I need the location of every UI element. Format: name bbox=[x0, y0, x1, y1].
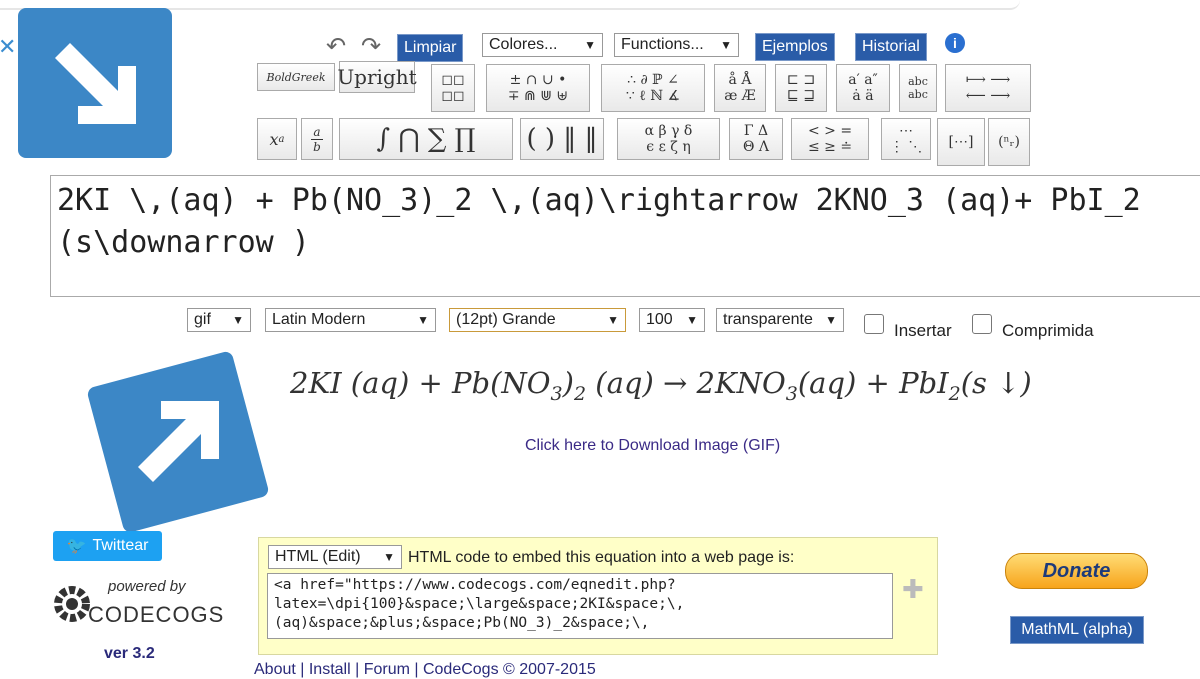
version-label: ver 3.2 bbox=[104, 645, 155, 662]
fraction-button[interactable]: ab bbox=[301, 118, 333, 160]
chevron-down-icon: ▼ bbox=[232, 313, 244, 327]
latex-editor[interactable]: 2KI \,(aq) + Pb(NO_3)_2 \,(aq)\rightarro… bbox=[50, 175, 1200, 297]
embed-type-value: HTML (Edit) bbox=[275, 548, 361, 565]
functions-select-label: Functions... bbox=[621, 36, 704, 53]
examples-button[interactable]: Ejemplos bbox=[755, 33, 835, 61]
font-value: Latin Modern bbox=[272, 311, 366, 328]
gear-icon bbox=[54, 586, 90, 622]
matrix-button[interactable]: [⋯] bbox=[937, 118, 985, 166]
history-button[interactable]: Historial bbox=[855, 33, 927, 61]
colors-select-label: Colores... bbox=[489, 36, 558, 53]
brackets-palette[interactable]: ⊏ ⊐ ⊑ ⊒ bbox=[775, 64, 827, 112]
embed-code-textarea[interactable]: <a href="https://www.codecogs.com/eqnedi… bbox=[267, 573, 893, 639]
chevron-down-icon: ▼ bbox=[686, 313, 698, 327]
binomial-button[interactable]: (ⁿᵣ) bbox=[988, 118, 1030, 166]
dots-palette[interactable]: ⋯ ⋮ ⋱ bbox=[881, 118, 931, 160]
arrow-down-right-icon bbox=[18, 8, 172, 158]
undo-icon[interactable]: ↶ bbox=[326, 32, 346, 61]
spacing-palette[interactable]: ◻◻ ◻◻ bbox=[431, 64, 475, 112]
superscript-button[interactable]: xa bbox=[257, 118, 297, 160]
relations-palette[interactable]: ∴ ∂ ℙ ∠ ∵ ℓ ℕ ∡ bbox=[601, 64, 705, 112]
chevron-down-icon: ▼ bbox=[825, 313, 837, 327]
delimiters-palette[interactable]: ( ) ‖ ‖ bbox=[520, 118, 604, 160]
embed-description: HTML code to embed this equation into a … bbox=[408, 549, 795, 566]
chevron-down-icon: ▼ bbox=[607, 313, 619, 327]
dpi-select[interactable]: 100 ▼ bbox=[639, 308, 705, 332]
greek-lower-palette[interactable]: α β γ δϵ ε ζ η bbox=[617, 118, 720, 160]
brand-text: CODECOGS bbox=[88, 602, 225, 627]
download-image-link[interactable]: Click here to Download Image (GIF) bbox=[525, 437, 780, 455]
dpi-value: 100 bbox=[646, 311, 673, 328]
functions-select[interactable]: Functions... ▼ bbox=[614, 33, 739, 57]
insert-checkbox[interactable] bbox=[864, 314, 884, 334]
size-value: (12pt) Grande bbox=[456, 311, 556, 328]
overline-palette[interactable]: abc abc bbox=[899, 64, 937, 112]
chevron-down-icon: ▼ bbox=[417, 313, 429, 327]
font-select[interactable]: Latin Modern ▼ bbox=[265, 308, 436, 332]
background-value: transparente bbox=[723, 311, 813, 328]
clear-button[interactable]: Limpiar bbox=[397, 34, 464, 62]
embed-type-select[interactable]: HTML (Edit) ▼ bbox=[268, 545, 402, 569]
redo-icon[interactable]: ↷ bbox=[361, 32, 381, 61]
accents-palette[interactable]: å Åæ Æ bbox=[714, 64, 766, 112]
chevron-down-icon: ▼ bbox=[383, 550, 395, 564]
twitter-icon: 🐦 bbox=[66, 538, 87, 555]
colors-select[interactable]: Colores... ▼ bbox=[482, 33, 603, 57]
greek-upper-palette[interactable]: Γ ΔΘ Λ bbox=[729, 118, 783, 160]
powered-by-text: powered by bbox=[108, 578, 186, 595]
chevron-down-icon: ▼ bbox=[720, 38, 732, 52]
format-value: gif bbox=[194, 311, 211, 328]
arrows-palette[interactable]: ⟼ ⟶ ⟵ ⟶ bbox=[945, 64, 1031, 112]
boldgreek-button[interactable]: BoldGreek bbox=[257, 63, 335, 91]
chevron-down-icon: ▼ bbox=[584, 38, 596, 52]
tweet-label: Twittear bbox=[92, 537, 149, 554]
insert-label: Insertar bbox=[894, 321, 952, 340]
codecogs-logo[interactable]: powered by CODECOGS bbox=[52, 576, 223, 636]
compressed-label: Comprimida bbox=[1002, 321, 1094, 340]
operators-palette[interactable]: ± ∩ ∪ • ∓ ⋒ ⋓ ⊎ bbox=[486, 64, 590, 112]
size-select[interactable]: (12pt) Grande ▼ bbox=[449, 308, 626, 332]
donate-button[interactable]: Donate bbox=[1005, 553, 1148, 589]
upright-button[interactable]: Upright bbox=[337, 61, 417, 93]
puzzle-icon[interactable]: ✚ bbox=[902, 574, 924, 605]
primes-palette[interactable]: a′ a″ ȧ ä bbox=[836, 64, 890, 112]
compressed-checkbox[interactable] bbox=[972, 314, 992, 334]
background-select[interactable]: transparente ▼ bbox=[716, 308, 844, 332]
equation-preview: 2KI (aq) + Pb(NO3)2 (aq) → 2KNO3(aq) + P… bbox=[290, 366, 1032, 405]
info-icon[interactable]: i bbox=[945, 33, 965, 53]
big-operators-palette[interactable]: ∫ ⋂ ∑ ∏ bbox=[339, 118, 513, 160]
format-select[interactable]: gif ▼ bbox=[187, 308, 251, 332]
arrow-up-right-icon bbox=[86, 350, 270, 534]
close-icon[interactable]: ✕ bbox=[0, 34, 16, 60]
tweet-button[interactable]: 🐦 Twittear bbox=[53, 531, 162, 561]
comparison-palette[interactable]: < > = ≤ ≥ ≐ bbox=[791, 118, 869, 160]
mathml-button[interactable]: MathML (alpha) bbox=[1010, 616, 1144, 644]
footer-links[interactable]: About | Install | Forum | CodeCogs © 200… bbox=[254, 661, 596, 679]
